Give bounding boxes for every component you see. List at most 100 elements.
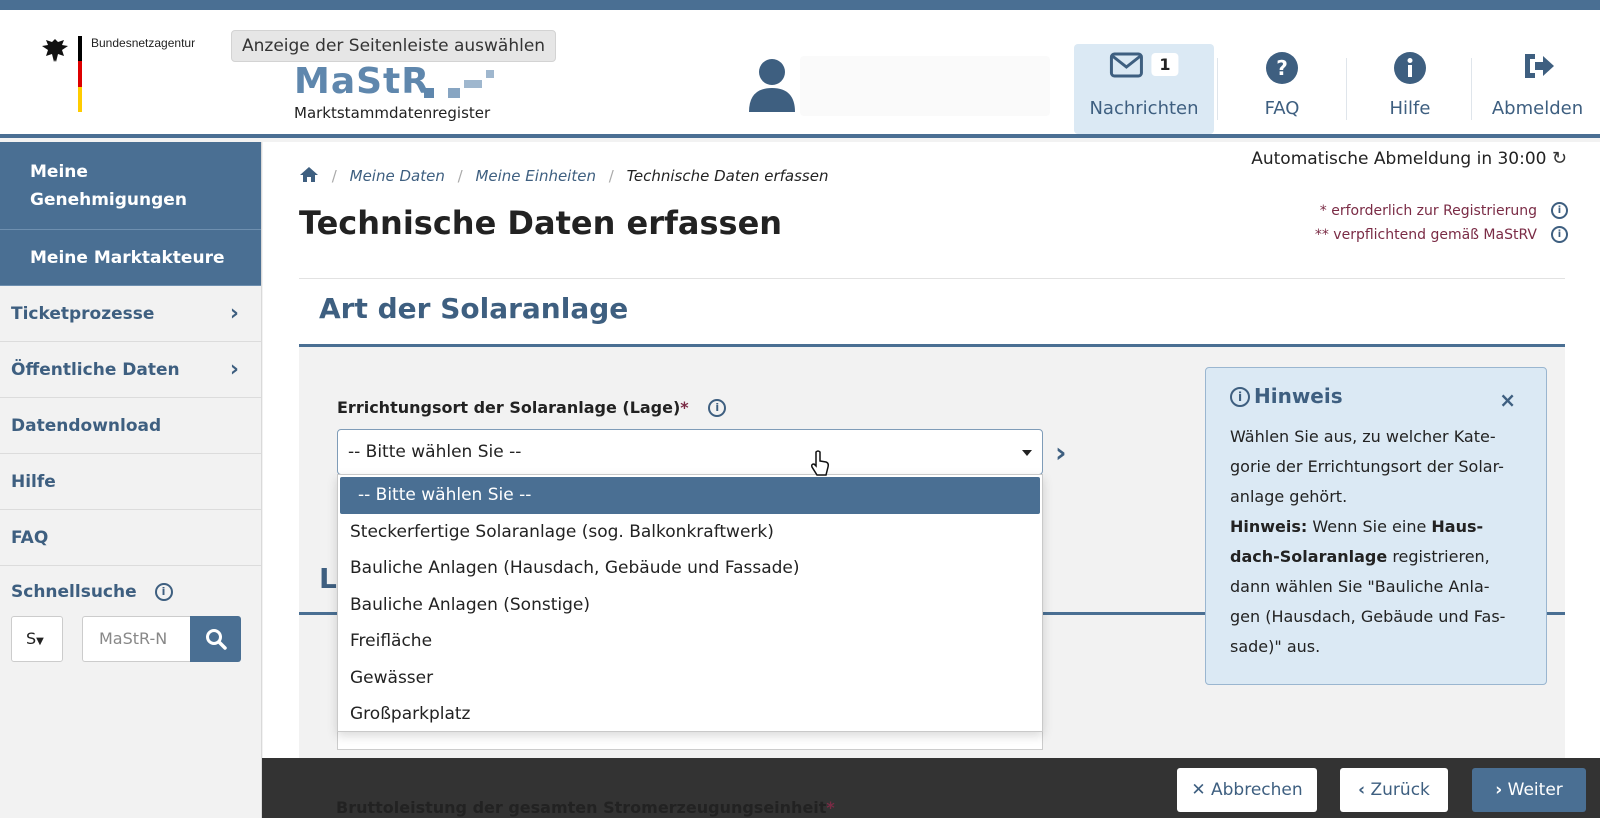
chevron-right-icon: › — [229, 301, 239, 326]
hint-line: gen (Hausdach, Gebäude und Fas- — [1230, 607, 1506, 626]
hint-title-text: Hinweis — [1254, 384, 1343, 408]
close-icon[interactable]: × — [1499, 388, 1516, 412]
logo-dots-icon — [424, 68, 494, 98]
auto-logout-text: Automatische Abmeldung in 30:00 — [1251, 149, 1547, 169]
hint-line: Hinweis: Wenn Sie eine Haus- — [1230, 512, 1522, 542]
dropdown-option[interactable]: Gewässer — [338, 660, 1042, 697]
caret-down-icon — [1022, 450, 1032, 456]
breadcrumb-current: Technische Daten erfassen — [626, 167, 829, 185]
messages-button[interactable]: 1 Nachrichten — [1074, 44, 1214, 134]
dropdown-option[interactable]: Steckerfertige Solaranlage (sog. Balkonk… — [338, 514, 1042, 551]
quicksearch-button[interactable] — [190, 616, 241, 662]
quicksearch-type-select[interactable]: S▼ — [11, 616, 63, 662]
hint-line: anlage gehört. — [1230, 487, 1348, 506]
info-icon[interactable]: i — [1551, 202, 1568, 219]
header-separator — [1217, 58, 1218, 120]
mastr-logo[interactable]: MaStR Marktstammdatenregister — [294, 62, 494, 122]
sidebar: Meine Genehmigungen Meine Marktakteure T… — [0, 142, 262, 818]
bottom-field-label: Bruttoleistung der gesamten Stromerzeugu… — [336, 798, 835, 817]
sidebar-toggle-tooltip: Anzeige der Seitenleiste auswählen — [231, 30, 557, 62]
quicksearch-heading: Schnellsuche i — [11, 582, 173, 602]
sign-out-icon — [1521, 52, 1555, 85]
cancel-button[interactable]: ✕ Abbrechen — [1177, 768, 1317, 812]
breadcrumb-link[interactable]: Meine Daten — [350, 167, 445, 185]
location-select[interactable]: -- Bitte wählen Sie -- — [337, 429, 1043, 475]
next-label: Weiter — [1507, 780, 1563, 800]
chevron-right-icon[interactable]: › — [1055, 436, 1067, 469]
location-select-value: -- Bitte wählen Sie -- — [348, 442, 522, 462]
hint-line: dach-Solaranlage registrieren, — [1230, 542, 1522, 572]
sidebar-item-label: FAQ — [11, 528, 49, 548]
close-icon: ✕ — [1191, 780, 1206, 800]
info-icon[interactable]: i — [1551, 226, 1568, 243]
sidebar-item-oeffentliche-daten[interactable]: Öffentliche Daten › — [0, 342, 261, 398]
sidebar-item-ticketprozesse[interactable]: Ticketprozesse › — [0, 286, 261, 342]
dropdown-option[interactable]: Großparkplatz — [338, 696, 1042, 733]
agency-name: Bundesnetzagentur — [91, 36, 196, 50]
dropdown-option[interactable]: Bauliche Anlagen (Hausdach, Gebäude und … — [338, 550, 1042, 587]
refresh-icon[interactable]: ↻ — [1552, 148, 1567, 169]
messages-label: Nachrichten — [1089, 98, 1199, 119]
dropdown-option[interactable]: Bauliche Anlagen (Sonstige) — [338, 587, 1042, 624]
sidebar-item-label: Hilfe — [11, 472, 56, 492]
hint-title: i Hinweis — [1230, 384, 1522, 408]
help-button[interactable]: Hilfe — [1350, 44, 1470, 134]
dropdown-option[interactable]: Freifläche — [338, 623, 1042, 660]
back-button[interactable]: ‹ Zurück — [1340, 768, 1448, 812]
section2-title: L — [319, 562, 337, 595]
user-name-area — [800, 56, 1050, 116]
sidebar-item-genehmigungen[interactable]: Meine Genehmigungen — [0, 142, 261, 230]
sidebar-item-label: Datendownload — [11, 416, 162, 436]
question-circle-icon: ? — [1266, 52, 1298, 89]
faq-button[interactable]: ? FAQ — [1222, 44, 1342, 134]
hand-cursor-icon — [810, 450, 830, 478]
header: Bundesnetzagentur Anzeige der Seitenleis… — [0, 10, 1600, 138]
top-accent-bar — [0, 0, 1600, 10]
hint-box: i Hinweis × Wählen Sie aus, zu welcher Ka… — [1205, 367, 1547, 685]
hint-line: dann wählen Sie "Bauliche Anla- — [1230, 577, 1490, 596]
logout-button[interactable]: Abmelden — [1475, 44, 1600, 134]
legend-required: * erforderlich zur Registrierung i — [1320, 202, 1568, 219]
sidebar-item-label: Ticketprozesse — [11, 304, 155, 324]
dropdown-option[interactable]: -- Bitte wählen Sie -- — [340, 477, 1040, 514]
divider — [299, 278, 1565, 279]
messages-count-badge: 1 — [1151, 53, 1179, 76]
location-dropdown: -- Bitte wählen Sie -- Steckerfertige So… — [337, 474, 1043, 732]
chevron-right-icon: › — [229, 357, 239, 382]
eagle-icon — [40, 36, 70, 71]
sidebar-item-hilfe[interactable]: Hilfe — [0, 454, 261, 510]
breadcrumb-link[interactable]: Meine Einheiten — [475, 167, 596, 185]
header-separator — [1471, 58, 1472, 120]
info-icon: i — [1230, 387, 1250, 407]
sidebar-item-marktakteure[interactable]: Meine Marktakteure — [0, 230, 261, 286]
hint-bold: Hinweis: — [1230, 517, 1308, 536]
quicksearch-input[interactable]: MaStR-N — [82, 616, 190, 662]
sidebar-item-faq[interactable]: FAQ — [0, 510, 261, 566]
back-label: Zurück — [1370, 780, 1430, 800]
flag-stripe — [78, 36, 82, 112]
home-icon[interactable] — [299, 167, 324, 185]
legend-required-text: * erforderlich zur Registrierung — [1319, 203, 1537, 219]
page-title: Technische Daten erfassen — [299, 204, 783, 242]
user-avatar-icon[interactable] — [749, 58, 795, 112]
field-label: Errichtungsort der Solaranlage (Lage)* i — [337, 398, 727, 417]
hint-text: Wählen Sie aus, zu welcher Kate- gorie d… — [1230, 422, 1522, 662]
info-icon[interactable]: i — [154, 583, 173, 601]
hint-text-part: Wenn Sie eine — [1307, 517, 1432, 536]
info-icon[interactable]: i — [708, 399, 727, 417]
field-label-text: Errichtungsort der Solaranlage (Lage) — [337, 398, 681, 417]
caret-down-icon: ▼ — [36, 636, 44, 647]
auto-logout-timer: Automatische Abmeldung in 30:00 ↻ — [1251, 148, 1567, 169]
cancel-label: Abbrechen — [1211, 780, 1303, 800]
envelope-icon: 1 — [1109, 52, 1179, 78]
hint-text-part: registrieren, — [1387, 547, 1490, 566]
search-icon — [206, 629, 227, 650]
hint-bold: Haus- — [1431, 517, 1484, 536]
sidebar-item-datendownload[interactable]: Datendownload — [0, 398, 261, 454]
info-circle-icon — [1394, 52, 1426, 89]
faq-label: FAQ — [1264, 98, 1300, 119]
hint-line: gorie der Errichtungsort der Solar- — [1230, 457, 1504, 476]
sidebar-item-label: Öffentliche Daten — [11, 360, 180, 380]
logout-label: Abmelden — [1491, 98, 1584, 119]
next-button[interactable]: › Weiter — [1472, 768, 1586, 812]
